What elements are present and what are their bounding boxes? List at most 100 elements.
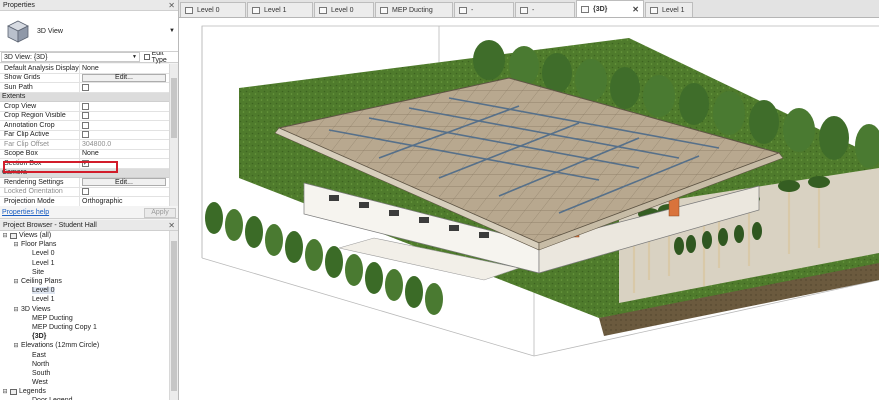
browser-item[interactable]: South xyxy=(0,369,169,378)
expand-toggle-icon[interactable]: ⊟ xyxy=(2,232,8,239)
browser-item-label: MEP Ducting Copy 1 xyxy=(32,323,97,331)
property-row: Locked Orientation xyxy=(0,187,169,197)
property-name: Far Clip Active xyxy=(0,130,80,139)
browser-item[interactable]: ⊟ Views (all) xyxy=(0,231,169,240)
expand-toggle-icon[interactable]: ⊟ xyxy=(13,278,19,285)
property-value[interactable]: None xyxy=(80,150,169,159)
view-selector-row: 3D View: {3D} ▼ Edit Type xyxy=(0,50,178,64)
property-value[interactable]: Orthographic xyxy=(80,197,169,206)
checkbox[interactable] xyxy=(82,188,89,196)
apply-button[interactable]: Apply xyxy=(144,207,176,218)
property-name: Sun Path xyxy=(0,83,80,92)
3d-viewport[interactable] xyxy=(179,18,879,400)
browser-item[interactable]: MEP Ducting xyxy=(0,314,169,323)
view-tab[interactable]: - xyxy=(515,2,575,17)
property-value[interactable]: Edit... xyxy=(80,178,169,187)
expand-toggle-icon[interactable]: ⊟ xyxy=(13,241,19,248)
tab-label: - xyxy=(532,6,535,14)
view-tab[interactable]: Level 1 xyxy=(247,2,313,17)
browser-scrollbar[interactable] xyxy=(169,231,178,400)
browser-item-label: Level 0 xyxy=(32,287,55,295)
properties-scrollbar[interactable] xyxy=(169,64,178,206)
property-value[interactable] xyxy=(80,102,169,111)
type-selector[interactable]: 3D View ▼ xyxy=(0,11,178,52)
property-row: Far Clip Active xyxy=(0,130,169,140)
property-row: Annotation Crop xyxy=(0,121,169,131)
properties-help-link[interactable]: Properties help xyxy=(2,209,49,216)
property-value[interactable] xyxy=(80,188,169,197)
property-name: Projection Mode xyxy=(0,197,80,206)
browser-item[interactable]: Level 0 xyxy=(0,249,169,258)
browser-item[interactable]: ⊟ Ceiling Plans xyxy=(0,277,169,286)
view-tab[interactable]: {3D} ✕ xyxy=(576,0,644,17)
property-value[interactable] xyxy=(80,121,169,130)
view-tab[interactable]: - xyxy=(454,2,514,17)
scrollbar-thumb[interactable] xyxy=(171,78,177,138)
property-value[interactable]: 304800.0 xyxy=(80,140,169,149)
browser-item-label: Views (all) xyxy=(19,232,52,240)
property-value[interactable] xyxy=(80,112,169,121)
edit-type-button[interactable]: Edit Type xyxy=(140,50,178,64)
property-row: Crop Region Visible xyxy=(0,111,169,121)
expand-toggle-icon[interactable]: ⊟ xyxy=(13,306,19,313)
property-category[interactable]: Extents xyxy=(0,92,169,102)
view-icon xyxy=(581,5,589,13)
property-row: Projection Mode Orthographic xyxy=(0,197,169,206)
property-value[interactable] xyxy=(80,83,169,92)
close-icon[interactable]: ✕ xyxy=(632,5,639,14)
tab-label: Level 0 xyxy=(331,6,354,14)
browser-item[interactable]: North xyxy=(0,360,169,369)
edit-button[interactable]: Edit... xyxy=(82,73,166,82)
browser-item[interactable]: East xyxy=(0,350,169,359)
expand-toggle-icon[interactable]: ⊟ xyxy=(13,342,19,349)
project-browser-title: Project Browser - Student Hall xyxy=(3,221,97,229)
view-tab[interactable]: Level 1 xyxy=(645,2,693,17)
close-icon[interactable]: ✕ xyxy=(168,1,175,10)
browser-item-label: 3D Views xyxy=(21,305,51,313)
chevron-down-icon: ▼ xyxy=(132,54,137,60)
view-icon xyxy=(650,6,658,14)
view-instance-dropdown[interactable]: 3D View: {3D} ▼ xyxy=(1,52,140,62)
property-value[interactable] xyxy=(80,131,169,140)
browser-item[interactable]: ⊟ Legends xyxy=(0,387,169,396)
browser-item[interactable]: ⊟ 3D Views xyxy=(0,305,169,314)
property-name: Crop View xyxy=(0,102,80,111)
browser-item[interactable]: Level 1 xyxy=(0,295,169,304)
browser-item-label: Legends xyxy=(19,388,46,396)
browser-item[interactable]: Level 1 xyxy=(0,259,169,268)
browser-item-label: East xyxy=(32,351,47,359)
view-icon xyxy=(520,6,528,14)
property-row: Sun Path xyxy=(0,83,169,93)
browser-item[interactable]: Door Legend xyxy=(0,396,169,400)
browser-item[interactable]: Level 0 xyxy=(0,286,169,295)
checkbox[interactable] xyxy=(82,102,89,110)
edit-button[interactable]: Edit... xyxy=(82,178,166,187)
view-tab[interactable]: Level 0 xyxy=(314,2,374,17)
view-tab[interactable]: Level 0 xyxy=(180,2,246,17)
browser-item[interactable]: ⊟ Floor Plans xyxy=(0,240,169,249)
checkbox[interactable] xyxy=(82,121,89,129)
checkbox[interactable] xyxy=(82,131,89,139)
checkbox[interactable] xyxy=(82,112,89,120)
tab-label: Level 1 xyxy=(662,6,685,14)
chevron-down-icon[interactable]: ▼ xyxy=(169,28,175,34)
browser-item[interactable]: West xyxy=(0,378,169,387)
tab-label: MEP Ducting xyxy=(392,6,433,14)
checkbox[interactable] xyxy=(82,83,89,91)
view-tab[interactable]: MEP Ducting xyxy=(375,2,453,17)
browser-item-label: {3D} xyxy=(32,333,47,341)
browser-item-label: Level 1 xyxy=(32,259,55,267)
expand-toggle-icon[interactable]: ⊟ xyxy=(2,388,8,395)
browser-item-label: South xyxy=(32,369,51,377)
view-icon xyxy=(185,6,193,14)
scrollbar-thumb[interactable] xyxy=(171,241,177,391)
view-icon xyxy=(380,6,388,14)
browser-item[interactable]: ⊟ Elevations (12mm Circle) xyxy=(0,341,169,350)
browser-item[interactable]: Site xyxy=(0,268,169,277)
property-value[interactable]: Edit... xyxy=(80,73,169,83)
browser-item[interactable]: MEP Ducting Copy 1 xyxy=(0,323,169,332)
close-icon[interactable]: ✕ xyxy=(168,221,175,230)
browser-item[interactable]: {3D} xyxy=(0,332,169,341)
3d-view-icon xyxy=(7,20,29,43)
property-value[interactable]: None xyxy=(80,64,169,73)
